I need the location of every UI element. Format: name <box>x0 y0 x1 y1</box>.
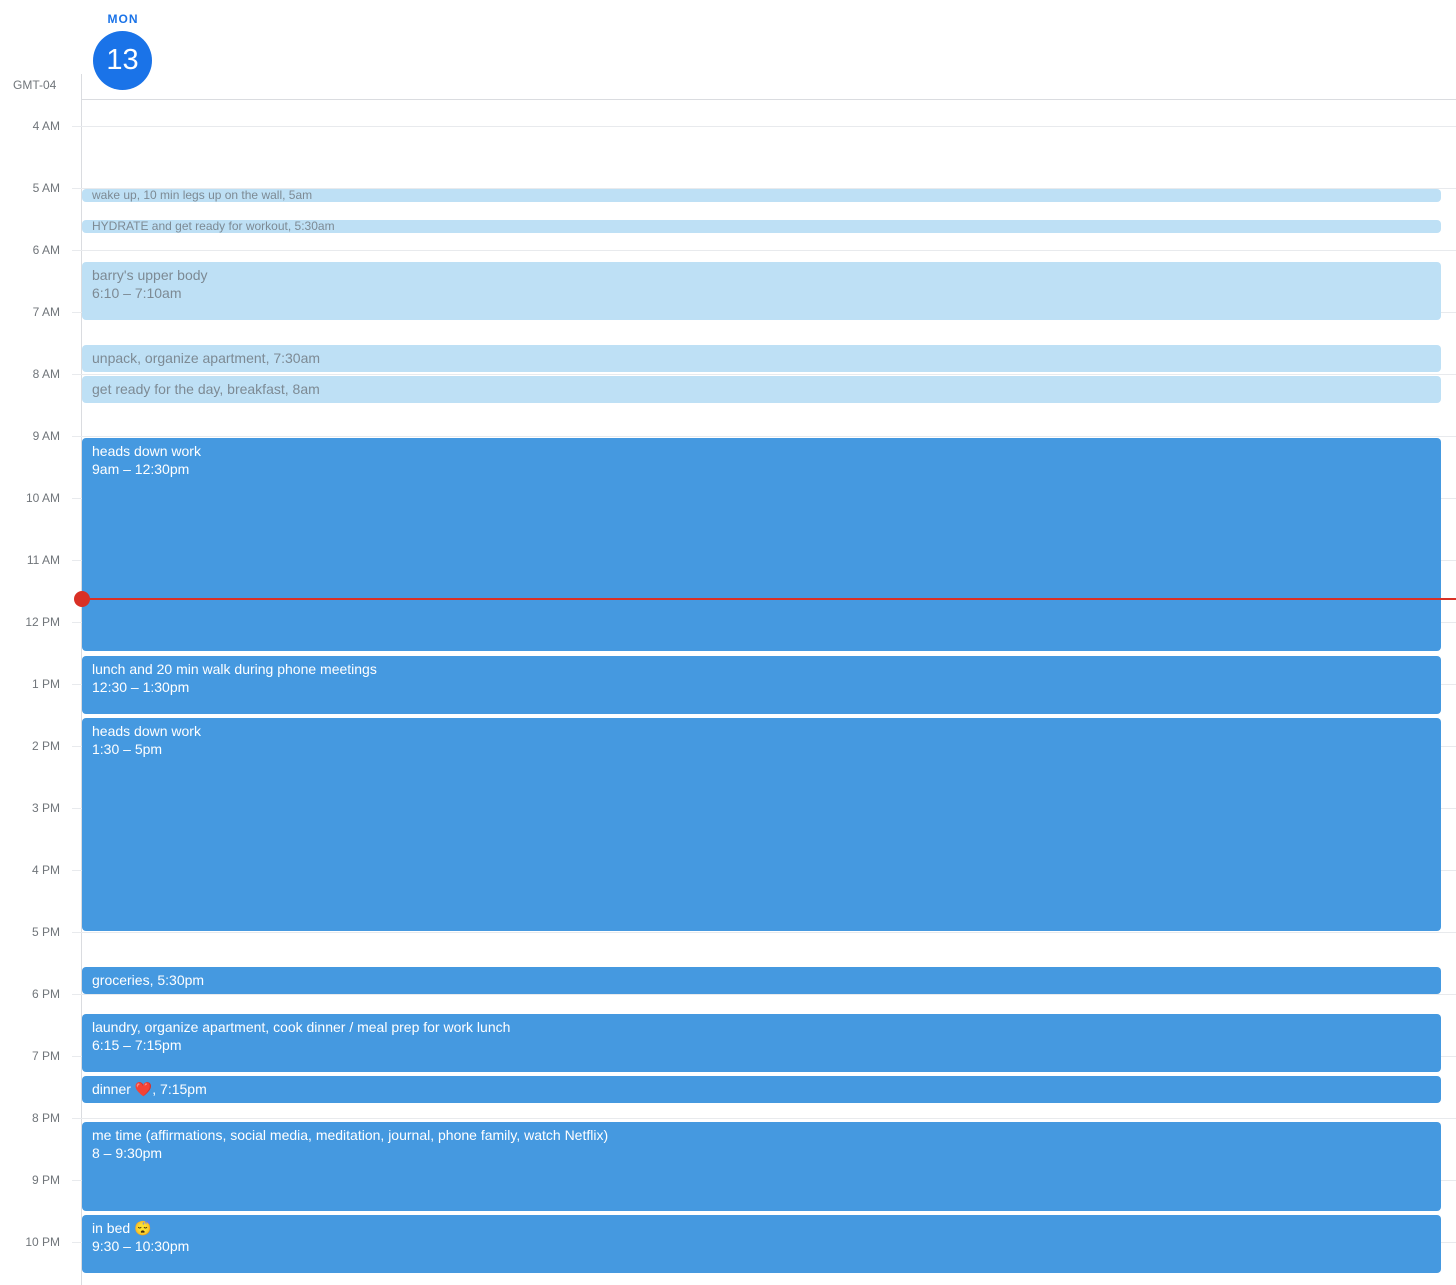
event-get-ready[interactable]: get ready for the day, breakfast, 8am <box>82 376 1441 403</box>
hour-label: 9 AM <box>32 429 60 443</box>
day-number-button[interactable]: 13 <box>93 31 152 90</box>
hour-line <box>72 374 1456 375</box>
event-time: 9am – 12:30pm <box>92 461 190 477</box>
event-laundry-dinner-prep[interactable]: laundry, organize apartment, cook dinner… <box>82 1014 1441 1072</box>
event-title: groceries <box>92 972 150 988</box>
hour-line <box>72 1118 1456 1119</box>
hour-label: 8 AM <box>32 367 60 381</box>
hour-label: 7 PM <box>31 1049 60 1063</box>
event-dinner[interactable]: dinner ❤️, 7:15pm <box>82 1076 1441 1103</box>
hour-label: 4 AM <box>32 119 60 133</box>
event-barrys-upper-body[interactable]: barry's upper body 6:10 – 7:10am <box>82 262 1441 320</box>
hour-line <box>72 436 1456 437</box>
event-time: , 7:15pm <box>152 1081 207 1097</box>
event-time: 8 – 9:30pm <box>92 1145 163 1161</box>
event-title: in bed <box>92 1220 131 1236</box>
event-title: heads down work <box>92 443 201 459</box>
event-title: get ready for the day, breakfast <box>92 381 285 397</box>
event-title: me time (affirmations, social media, med… <box>92 1127 609 1143</box>
day-header: MON 13 GMT-04 <box>0 0 1456 100</box>
hour-label: 6 PM <box>31 987 60 1001</box>
event-time: , 5am <box>282 189 313 202</box>
hour-label: 7 AM <box>32 305 60 319</box>
hour-line <box>72 932 1456 933</box>
event-time: 9:30 – 10:30pm <box>92 1238 190 1254</box>
event-hydrate[interactable]: HYDRATE and get ready for workout, 5:30a… <box>82 220 1441 233</box>
event-time: , 7:30am <box>265 350 321 366</box>
heart-emoji-icon: ❤️ <box>134 1081 153 1097</box>
current-time-dot <box>74 591 90 607</box>
day-of-week[interactable]: MON <box>92 12 154 26</box>
hour-line <box>72 250 1456 251</box>
event-lunch-walk[interactable]: lunch and 20 min walk during phone meeti… <box>82 656 1441 714</box>
event-heads-down-work-morning[interactable]: heads down work 9am – 12:30pm <box>82 438 1441 651</box>
event-time: , 5:30pm <box>149 972 205 988</box>
event-time: , 5:30am <box>287 220 335 233</box>
hour-label: 5 AM <box>32 181 60 195</box>
event-title: HYDRATE and get ready for workout <box>92 220 288 233</box>
current-time-line <box>82 598 1456 600</box>
hour-label: 10 PM <box>25 1235 60 1249</box>
hour-label: 2 PM <box>31 739 60 753</box>
hour-label: 10 AM <box>25 491 60 505</box>
event-title: wake up, 10 min legs up on the wall <box>92 189 283 202</box>
event-unpack[interactable]: unpack, organize apartment, 7:30am <box>82 345 1441 372</box>
event-wake-up[interactable]: wake up, 10 min legs up on the wall, 5am <box>82 189 1441 202</box>
event-title: lunch and 20 min walk during phone meeti… <box>92 661 377 677</box>
event-title: heads down work <box>92 723 201 739</box>
header-divider <box>81 99 1456 100</box>
event-time: 1:30 – 5pm <box>92 741 163 757</box>
hour-label: 9 PM <box>31 1173 60 1187</box>
event-time: 6:10 – 7:10am <box>92 285 182 301</box>
sleeping-face-emoji-icon: 😴 <box>134 1220 152 1236</box>
hour-label: 1 PM <box>31 677 60 691</box>
event-me-time[interactable]: me time (affirmations, social media, med… <box>82 1122 1441 1211</box>
event-groceries[interactable]: groceries, 5:30pm <box>82 967 1441 994</box>
hour-label: 8 PM <box>31 1111 60 1125</box>
hour-label: 4 PM <box>31 863 60 877</box>
event-title: unpack, organize apartment <box>92 350 266 366</box>
event-title: dinner <box>92 1081 131 1097</box>
event-title: laundry, organize apartment, cook dinner… <box>92 1019 511 1035</box>
timezone-label: GMT-04 <box>13 78 57 92</box>
hour-label: 12 PM <box>25 615 60 629</box>
event-title: barry's upper body <box>92 267 208 283</box>
event-heads-down-work-afternoon[interactable]: heads down work 1:30 – 5pm <box>82 718 1441 931</box>
event-time: , 8am <box>284 381 320 397</box>
hour-line <box>72 994 1456 995</box>
hour-label: 5 PM <box>31 925 60 939</box>
hour-label: 11 AM <box>26 553 60 567</box>
hour-line <box>72 126 1456 127</box>
event-time: 6:15 – 7:15pm <box>92 1037 182 1053</box>
event-in-bed[interactable]: in bed 😴 9:30 – 10:30pm <box>82 1215 1441 1273</box>
hour-label: 6 AM <box>32 243 60 257</box>
event-time: 12:30 – 1:30pm <box>92 679 190 695</box>
hour-label: 3 PM <box>31 801 60 815</box>
